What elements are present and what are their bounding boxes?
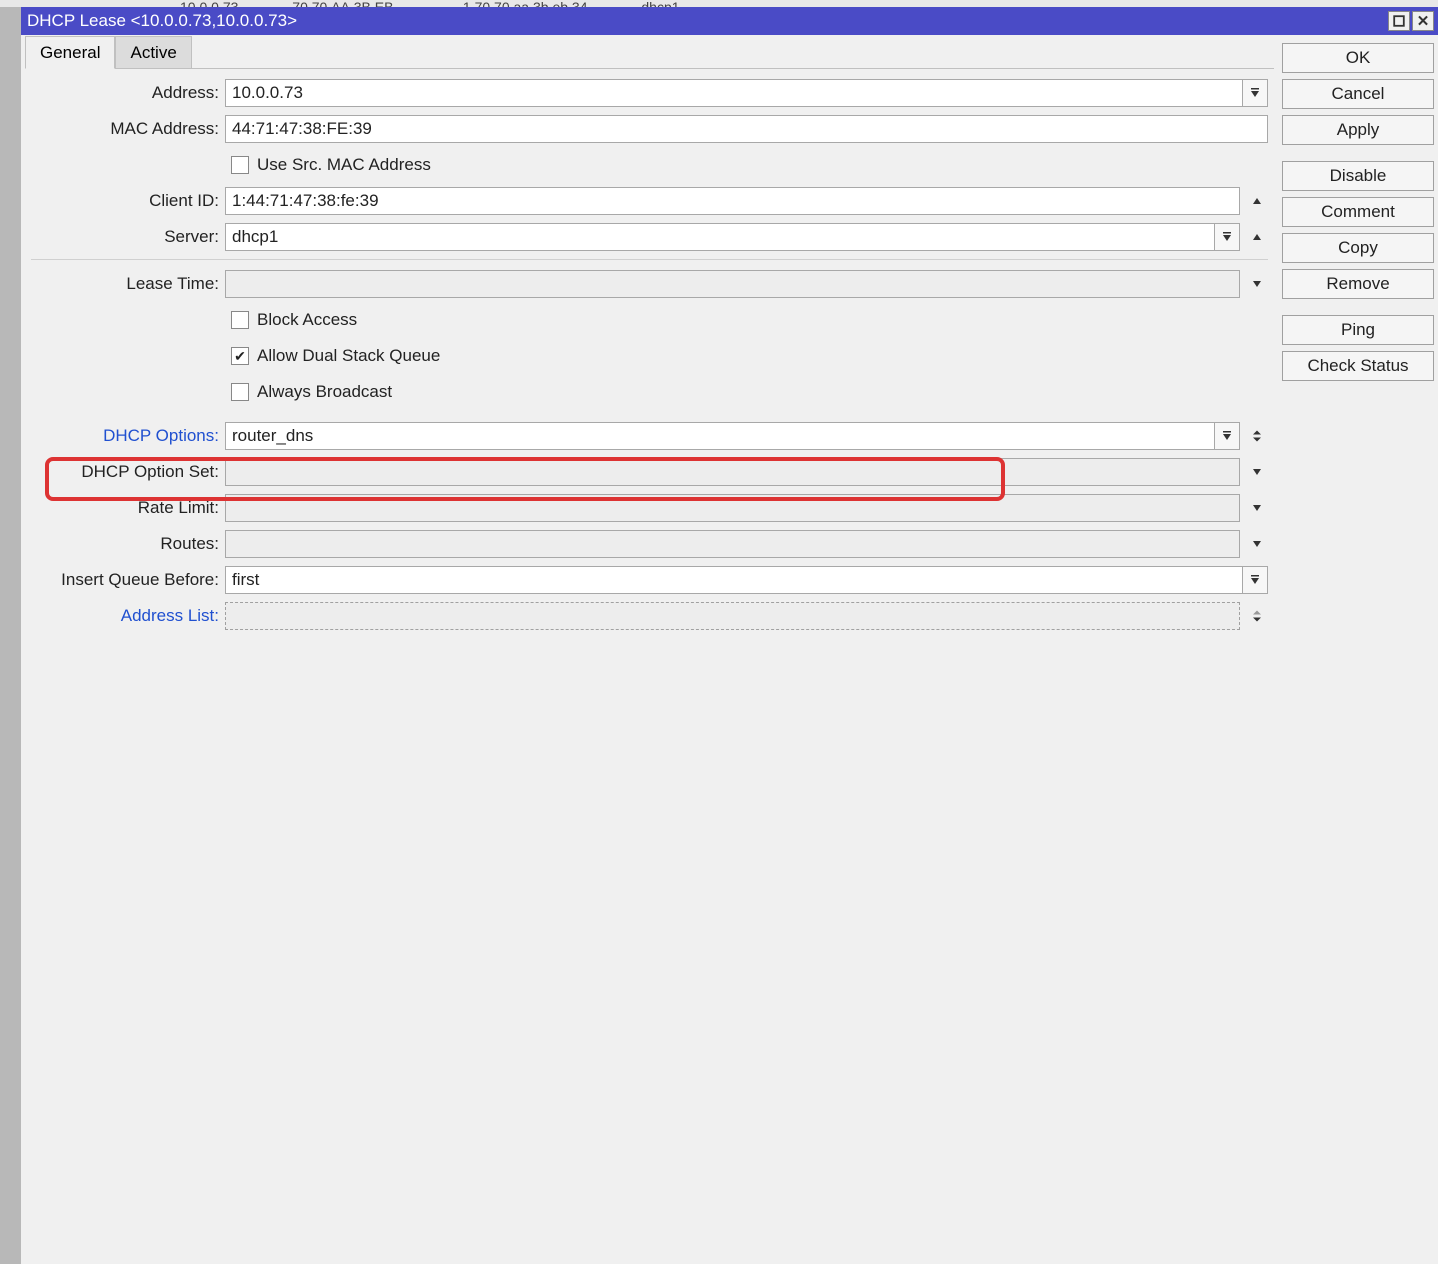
apply-button[interactable]: Apply xyxy=(1282,115,1434,145)
server-collapse-icon[interactable] xyxy=(1246,226,1268,248)
routes-input[interactable] xyxy=(225,530,1240,558)
use-src-mac-label: Use Src. MAC Address xyxy=(257,155,431,175)
label-address: Address: xyxy=(31,83,225,103)
window-title: DHCP Lease <10.0.0.73,10.0.0.73> xyxy=(27,11,1386,31)
ping-button[interactable]: Ping xyxy=(1282,315,1434,345)
leasetime-expand-icon[interactable] xyxy=(1246,273,1268,295)
copy-button[interactable]: Copy xyxy=(1282,233,1434,263)
address-list-input[interactable] xyxy=(225,602,1240,630)
label-routes: Routes: xyxy=(31,534,225,554)
always-broadcast-label: Always Broadcast xyxy=(257,382,392,402)
server-input[interactable] xyxy=(225,223,1215,251)
server-dropdown-icon[interactable] xyxy=(1214,223,1240,251)
label-mac: MAC Address: xyxy=(31,119,225,139)
routes-expand-icon[interactable] xyxy=(1246,533,1268,555)
use-src-mac-checkbox[interactable] xyxy=(231,156,249,174)
maximize-button[interactable] xyxy=(1388,11,1410,31)
clientid-collapse-icon[interactable] xyxy=(1246,190,1268,212)
label-clientid: Client ID: xyxy=(31,191,225,211)
label-dhcp-option-set: DHCP Option Set: xyxy=(31,462,225,482)
tab-active[interactable]: Active xyxy=(115,36,191,69)
dhcp-options-stepper[interactable] xyxy=(1246,422,1268,450)
close-button[interactable]: ✕ xyxy=(1412,11,1434,31)
dhcp-options-dropdown-icon[interactable] xyxy=(1214,422,1240,450)
label-dhcp-options: DHCP Options: xyxy=(31,426,225,446)
mac-input[interactable] xyxy=(225,115,1268,143)
remove-button[interactable]: Remove xyxy=(1282,269,1434,299)
always-broadcast-checkbox[interactable] xyxy=(231,383,249,401)
disable-button[interactable]: Disable xyxy=(1282,161,1434,191)
allow-dual-checkbox[interactable]: ✔ xyxy=(231,347,249,365)
cancel-button[interactable]: Cancel xyxy=(1282,79,1434,109)
dhcp-options-input[interactable] xyxy=(225,422,1215,450)
tab-general[interactable]: General xyxy=(25,36,115,69)
ok-button[interactable]: OK xyxy=(1282,43,1434,73)
rate-limit-expand-icon[interactable] xyxy=(1246,497,1268,519)
tab-bar: General Active xyxy=(25,35,1274,69)
check-status-button[interactable]: Check Status xyxy=(1282,351,1434,381)
label-rate-limit: Rate Limit: xyxy=(31,498,225,518)
background-row: 10.0.0.73 70.70.AA.3B.EB.... 1.70.70.aa.… xyxy=(0,0,1438,7)
dhcp-option-set-expand-icon[interactable] xyxy=(1246,461,1268,483)
label-insert-queue-before: Insert Queue Before: xyxy=(31,570,225,590)
leasetime-input[interactable] xyxy=(225,270,1240,298)
dhcp-option-set-input[interactable] xyxy=(225,458,1240,486)
clientid-input[interactable] xyxy=(225,187,1240,215)
comment-button[interactable]: Comment xyxy=(1282,197,1434,227)
label-address-list: Address List: xyxy=(31,606,225,626)
label-leasetime: Lease Time: xyxy=(31,274,225,294)
divider-1 xyxy=(31,259,1268,260)
dhcp-lease-window: DHCP Lease <10.0.0.73,10.0.0.73> ✕ Gener… xyxy=(21,7,1438,1264)
block-access-checkbox[interactable] xyxy=(231,311,249,329)
address-list-stepper[interactable] xyxy=(1246,602,1268,630)
allow-dual-label: Allow Dual Stack Queue xyxy=(257,346,440,366)
block-access-label: Block Access xyxy=(257,310,357,330)
rate-limit-input[interactable] xyxy=(225,494,1240,522)
insert-queue-before-dropdown-icon[interactable] xyxy=(1242,566,1268,594)
address-dropdown-icon[interactable] xyxy=(1242,79,1268,107)
label-server: Server: xyxy=(31,227,225,247)
insert-queue-before-input[interactable] xyxy=(225,566,1243,594)
titlebar: DHCP Lease <10.0.0.73,10.0.0.73> ✕ xyxy=(21,7,1438,35)
address-input[interactable] xyxy=(225,79,1243,107)
left-strip xyxy=(0,7,21,1264)
